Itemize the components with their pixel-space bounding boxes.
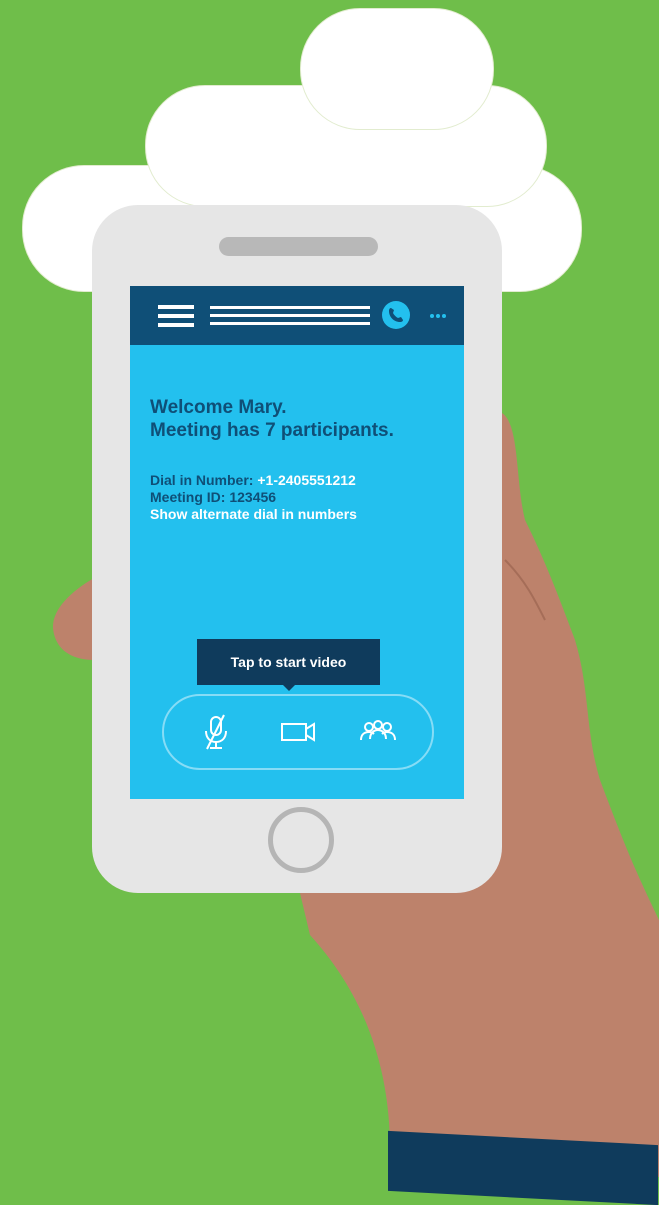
phone-call-icon[interactable] [382, 301, 410, 329]
thumb [52, 578, 94, 660]
dial-in-number[interactable]: +1-2405551212 [257, 472, 356, 488]
phone-screen: Welcome Mary. Meeting has 7 participants… [130, 286, 464, 799]
microphone-muted-icon[interactable] [194, 710, 238, 754]
sleeve-cuff [388, 1130, 658, 1205]
call-controls [162, 694, 434, 770]
app-header [130, 286, 464, 345]
home-button[interactable] [268, 807, 334, 873]
dial-info: Dial in Number: +1-2405551212 Meeting ID… [150, 472, 357, 523]
meeting-id-label: Meeting ID: [150, 489, 226, 505]
participants-icon[interactable] [356, 710, 400, 754]
phone-handset-glyph [389, 308, 403, 322]
dial-in-label: Dial in Number: [150, 472, 254, 488]
tooltip-arrow [283, 685, 295, 691]
welcome-message: Welcome Mary. Meeting has 7 participants… [150, 396, 394, 442]
video-camera-icon[interactable] [276, 710, 320, 754]
participants-line: Meeting has 7 participants. [150, 420, 394, 441]
alternate-numbers-link[interactable]: Show alternate dial in numbers [150, 506, 357, 523]
meeting-id-row: Meeting ID: 123456 [150, 489, 357, 506]
start-video-tooltip: Tap to start video [197, 639, 380, 685]
cloud-top [300, 8, 494, 130]
tooltip-text: Tap to start video [230, 654, 347, 670]
phone-speaker [219, 237, 378, 256]
welcome-line: Welcome Mary. [150, 397, 287, 418]
meeting-id-value: 123456 [229, 489, 277, 505]
dial-in-row: Dial in Number: +1-2405551212 [150, 472, 357, 489]
